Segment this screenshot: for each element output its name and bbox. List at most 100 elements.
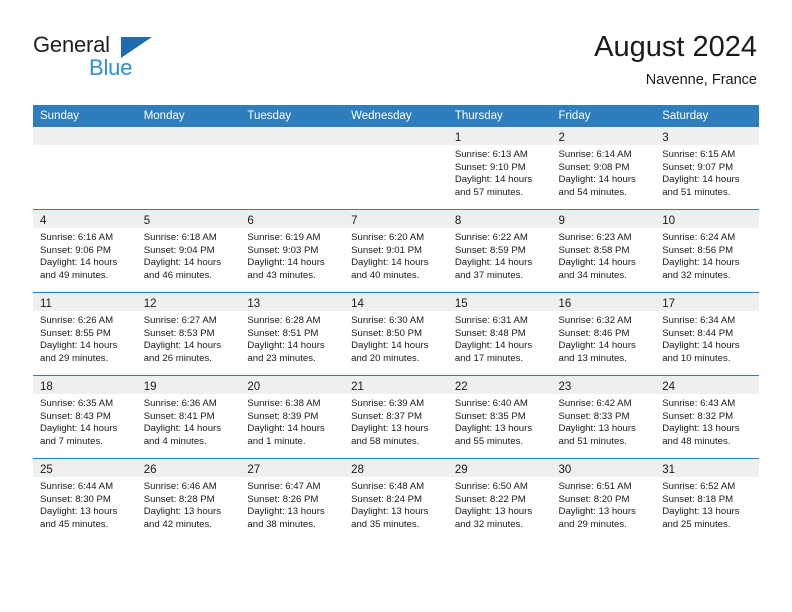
calendar-day-cell[interactable]: 4 Sunrise: 6:16 AM Sunset: 9:06 PM Daylight… bbox=[33, 209, 137, 293]
day-number-band: 17 bbox=[655, 293, 759, 311]
day-number: 5 bbox=[143, 215, 151, 227]
calendar-day-cell[interactable]: 30 Sunrise: 6:51 AM Sunset: 8:20 PM Dayligh… bbox=[551, 458, 656, 541]
calendar-day-cell[interactable]: 9 Sunrise: 6:23 AM Sunset: 8:58 PM Daylight… bbox=[551, 209, 656, 293]
calendar-day-cell[interactable]: 26 Sunrise: 6:46 AM Sunset: 8:28 PM Dayligh… bbox=[136, 458, 241, 541]
calendar-day-cell-empty bbox=[344, 127, 448, 210]
daylight-text-line1: Daylight: 14 hours bbox=[662, 340, 740, 352]
daylight-text-line1: Daylight: 13 hours bbox=[351, 423, 429, 435]
daylight-text-line2: and 7 minutes. bbox=[40, 435, 103, 447]
calendar-week-row: 18 Sunrise: 6:35 AM Sunset: 8:43 PM Dayligh… bbox=[33, 375, 759, 459]
calendar-day-cell[interactable]: 17 Sunrise: 6:34 AM Sunset: 8:44 PM Dayligh… bbox=[655, 292, 759, 376]
sunrise-text: Sunrise: 6:19 AM bbox=[247, 232, 321, 243]
day-number-band: 13 bbox=[240, 293, 345, 311]
daylight-text-line2: and 35 minutes. bbox=[351, 518, 420, 530]
calendar-day-cell[interactable]: 23 Sunrise: 6:42 AM Sunset: 8:33 PM Dayligh… bbox=[551, 375, 656, 459]
calendar-day-cell[interactable]: 2 Sunrise: 6:14 AM Sunset: 9:08 PM Daylight… bbox=[551, 127, 656, 210]
day-number: 26 bbox=[143, 464, 157, 476]
day-cell-body: Sunrise: 6:20 AM Sunset: 9:01 PM Daylight:… bbox=[344, 228, 448, 282]
day-number: 12 bbox=[143, 298, 157, 310]
calendar-day-cell[interactable]: 16 Sunrise: 6:32 AM Sunset: 8:46 PM Dayligh… bbox=[551, 292, 656, 376]
calendar-day-cell[interactable]: 7 Sunrise: 6:20 AM Sunset: 9:01 PM Daylight… bbox=[344, 209, 448, 293]
calendar-day-cell[interactable]: 8 Sunrise: 6:22 AM Sunset: 8:59 PM Daylight… bbox=[447, 209, 552, 293]
day-number: 3 bbox=[662, 132, 669, 144]
daylight-text-line1: Daylight: 14 hours bbox=[247, 340, 325, 352]
day-cell-body: Sunrise: 6:14 AM Sunset: 9:08 PM Daylight:… bbox=[552, 145, 656, 199]
calendar-day-cell[interactable]: 18 Sunrise: 6:35 AM Sunset: 8:43 PM Dayligh… bbox=[33, 375, 137, 459]
day-number-band: 29 bbox=[447, 459, 552, 477]
page-header: General Blue August 2024 Navenne, France bbox=[0, 0, 792, 105]
day-number: 8 bbox=[454, 215, 462, 227]
day-number-band: 5 bbox=[136, 210, 241, 228]
sunrise-text: Sunrise: 6:36 AM bbox=[143, 398, 217, 409]
sunset-text: Sunset: 8:20 PM bbox=[558, 493, 630, 505]
daylight-text-line1: Daylight: 14 hours bbox=[143, 423, 222, 435]
calendar-day-cell[interactable]: 10 Sunrise: 6:24 AM Sunset: 8:56 PM Dayligh… bbox=[655, 209, 759, 293]
sunrise-text: Sunrise: 6:14 AM bbox=[558, 149, 632, 160]
calendar-day-cell[interactable]: 11 Sunrise: 6:26 AM Sunset: 8:55 PM Dayligh… bbox=[33, 292, 137, 376]
sunset-text: Sunset: 8:58 PM bbox=[558, 244, 630, 256]
calendar-day-cell[interactable]: 1 Sunrise: 6:13 AM Sunset: 9:10 PM Daylight… bbox=[447, 127, 552, 210]
sunset-text: Sunset: 9:10 PM bbox=[454, 161, 526, 173]
daylight-text-line2: and 55 minutes. bbox=[454, 435, 524, 447]
sunset-text: Sunset: 8:26 PM bbox=[247, 493, 319, 505]
sunset-text: Sunset: 9:03 PM bbox=[247, 244, 319, 256]
calendar-week-row: 11 Sunrise: 6:26 AM Sunset: 8:55 PM Dayligh… bbox=[33, 292, 759, 376]
calendar-body: 1 Sunrise: 6:13 AM Sunset: 9:10 PM Daylight… bbox=[33, 127, 759, 541]
day-number-band: 11 bbox=[33, 293, 137, 311]
daylight-text-line2: and 32 minutes. bbox=[454, 518, 524, 530]
sunrise-text: Sunrise: 6:39 AM bbox=[351, 398, 425, 409]
sunrise-text: Sunrise: 6:23 AM bbox=[558, 232, 632, 243]
daylight-text-line1: Daylight: 13 hours bbox=[247, 506, 325, 518]
day-number-band: 25 bbox=[33, 459, 137, 477]
daylight-text-line2: and 20 minutes. bbox=[351, 352, 420, 364]
day-cell-body: Sunrise: 6:43 AM Sunset: 8:32 PM Daylight:… bbox=[655, 394, 759, 448]
calendar-day-cell[interactable]: 19 Sunrise: 6:36 AM Sunset: 8:41 PM Dayligh… bbox=[136, 375, 241, 459]
sunrise-text: Sunrise: 6:22 AM bbox=[454, 232, 528, 243]
day-number-band: 23 bbox=[551, 376, 656, 394]
day-cell-body: Sunrise: 6:48 AM Sunset: 8:24 PM Daylight:… bbox=[344, 477, 448, 531]
day-number-band: 9 bbox=[551, 210, 656, 228]
calendar-day-cell[interactable]: 28 Sunrise: 6:48 AM Sunset: 8:24 PM Dayligh… bbox=[344, 458, 448, 541]
calendar-day-cell[interactable]: 5 Sunrise: 6:18 AM Sunset: 9:04 PM Daylight… bbox=[136, 209, 241, 293]
daylight-text-line1: Daylight: 13 hours bbox=[558, 423, 636, 435]
calendar-day-cell[interactable]: 31 Sunrise: 6:52 AM Sunset: 8:18 PM Dayligh… bbox=[655, 458, 759, 541]
calendar-day-cell[interactable]: 6 Sunrise: 6:19 AM Sunset: 9:03 PM Daylight… bbox=[240, 209, 345, 293]
sunrise-text: Sunrise: 6:46 AM bbox=[143, 481, 217, 492]
sunrise-text: Sunrise: 6:15 AM bbox=[662, 149, 736, 160]
sunset-text: Sunset: 8:39 PM bbox=[247, 410, 319, 422]
daylight-text-line1: Daylight: 13 hours bbox=[662, 506, 740, 518]
calendar-day-cell[interactable]: 15 Sunrise: 6:31 AM Sunset: 8:48 PM Dayligh… bbox=[447, 292, 552, 376]
calendar-day-cell[interactable]: 13 Sunrise: 6:28 AM Sunset: 8:51 PM Dayligh… bbox=[240, 292, 345, 376]
day-cell-body: Sunrise: 6:19 AM Sunset: 9:03 PM Daylight:… bbox=[240, 228, 344, 282]
calendar-day-cell[interactable]: 29 Sunrise: 6:50 AM Sunset: 8:22 PM Dayligh… bbox=[447, 458, 552, 541]
calendar-day-cell[interactable]: 3 Sunrise: 6:15 AM Sunset: 9:07 PM Daylight… bbox=[655, 127, 759, 210]
day-cell-body: Sunrise: 6:36 AM Sunset: 8:41 PM Daylight:… bbox=[137, 394, 241, 448]
day-number: 28 bbox=[351, 464, 364, 476]
calendar-day-cell[interactable]: 12 Sunrise: 6:27 AM Sunset: 8:53 PM Dayligh… bbox=[136, 292, 241, 376]
calendar-day-cell[interactable]: 14 Sunrise: 6:30 AM Sunset: 8:50 PM Dayligh… bbox=[344, 292, 448, 376]
sunrise-text: Sunrise: 6:32 AM bbox=[558, 315, 632, 326]
day-number-band bbox=[344, 127, 448, 145]
daylight-text-line1: Daylight: 14 hours bbox=[40, 340, 118, 352]
sunrise-text: Sunrise: 6:40 AM bbox=[454, 398, 528, 409]
daylight-text-line2: and 25 minutes. bbox=[662, 518, 731, 530]
day-number-band: 19 bbox=[136, 376, 241, 394]
calendar-day-cell[interactable]: 22 Sunrise: 6:40 AM Sunset: 8:35 PM Dayligh… bbox=[447, 375, 552, 459]
day-cell-body: Sunrise: 6:39 AM Sunset: 8:37 PM Daylight:… bbox=[344, 394, 448, 448]
day-number: 18 bbox=[40, 381, 53, 393]
calendar-day-cell[interactable]: 20 Sunrise: 6:38 AM Sunset: 8:39 PM Dayligh… bbox=[240, 375, 345, 459]
calendar-day-cell[interactable]: 25 Sunrise: 6:44 AM Sunset: 8:30 PM Dayligh… bbox=[33, 458, 137, 541]
daylight-text-line1: Daylight: 13 hours bbox=[662, 423, 740, 435]
general-blue-logo[interactable]: General Blue bbox=[33, 33, 253, 88]
day-number: 19 bbox=[143, 381, 157, 393]
weekday-header-sunday: Sunday bbox=[33, 105, 137, 127]
page-subtitle-location: Navenne, France bbox=[645, 72, 757, 88]
calendar-day-cell[interactable]: 24 Sunrise: 6:43 AM Sunset: 8:32 PM Dayligh… bbox=[655, 375, 759, 459]
daylight-text-line2: and 13 minutes. bbox=[558, 352, 627, 364]
daylight-text-line2: and 58 minutes. bbox=[351, 435, 420, 447]
daylight-text-line2: and 43 minutes. bbox=[247, 269, 316, 281]
calendar-day-cell[interactable]: 27 Sunrise: 6:47 AM Sunset: 8:26 PM Dayligh… bbox=[240, 458, 345, 541]
calendar-day-cell[interactable]: 21 Sunrise: 6:39 AM Sunset: 8:37 PM Dayligh… bbox=[344, 375, 448, 459]
sunrise-text: Sunrise: 6:13 AM bbox=[454, 149, 528, 160]
daylight-text-line2: and 49 minutes. bbox=[40, 269, 109, 281]
